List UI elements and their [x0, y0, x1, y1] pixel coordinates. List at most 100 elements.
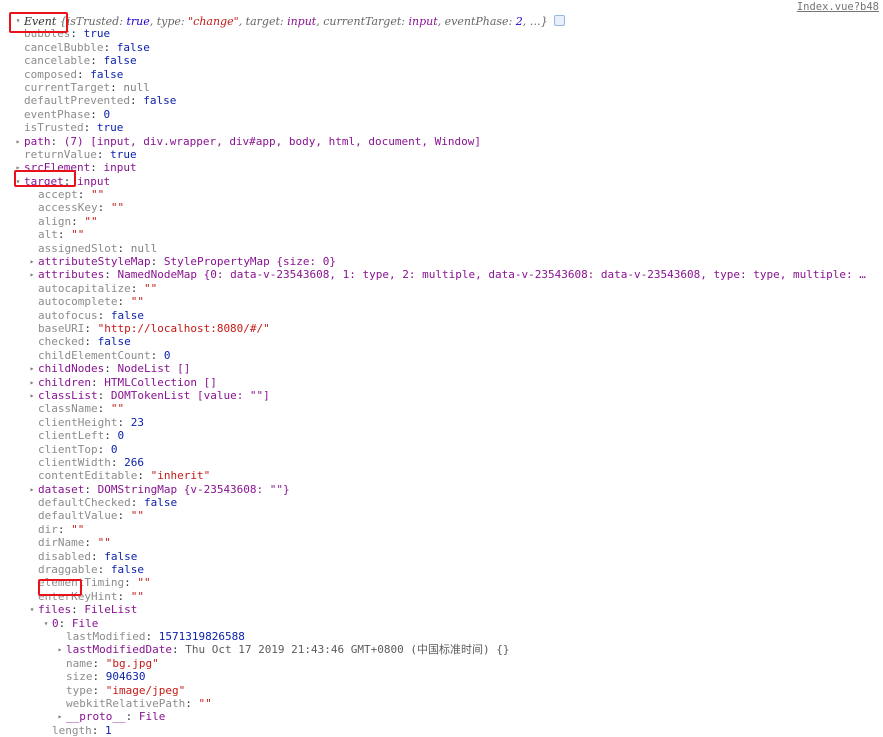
property-separator: : — [103, 40, 117, 54]
property-row[interactable]: bubbles: true — [0, 27, 883, 40]
property-row[interactable]: clientLeft: 0 — [0, 429, 883, 442]
property-key: assignedSlot — [38, 241, 118, 255]
property-row[interactable]: returnValue: true — [0, 148, 883, 161]
property-value: 1 — [105, 723, 112, 737]
property-row[interactable]: webkitRelativePath: "" — [0, 697, 883, 710]
property-row[interactable]: ▸ classList: DOMTokenList [value: ""] — [0, 389, 883, 402]
property-value: "" — [130, 589, 144, 603]
property-row[interactable]: cancelBubble: false — [0, 41, 883, 54]
disclosure-triangle-icon[interactable]: ▸ — [14, 135, 22, 148]
property-row[interactable]: ▸ dataset: DOMStringMap {v-23543608: ""} — [0, 483, 883, 496]
property-row[interactable]: size: 904630 — [0, 670, 883, 683]
property-row[interactable]: elementTiming: "" — [0, 576, 883, 589]
property-row[interactable]: checked: false — [0, 335, 883, 348]
disclosure-triangle-icon[interactable]: ▸ — [56, 710, 64, 723]
property-key: clientWidth — [38, 455, 111, 469]
property-row[interactable]: ▸ srcElement: input — [0, 161, 883, 174]
property-key: files — [38, 603, 72, 617]
property-row[interactable]: ▾ target: input — [0, 175, 883, 188]
property-separator: : — [90, 549, 105, 563]
disclosure-triangle-icon[interactable]: ▾ — [28, 603, 36, 616]
property-key: currentTarget — [24, 80, 111, 94]
property-value: "image/jpeg" — [105, 683, 186, 697]
property-row[interactable]: defaultPrevented: false — [0, 94, 883, 107]
property-separator: : — [77, 188, 91, 202]
property-row[interactable]: accept: "" — [0, 188, 883, 201]
disclosure-triangle-icon[interactable]: ▸ — [28, 483, 36, 496]
property-key: contentEditable — [38, 469, 138, 483]
disclosure-triangle-icon[interactable]: ▾ — [42, 617, 50, 630]
property-row[interactable]: dir: "" — [0, 523, 883, 536]
property-row[interactable]: eventPhase: 0 — [0, 108, 883, 121]
property-separator: : — [50, 134, 64, 148]
property-row[interactable]: name: "bg.jpg" — [0, 657, 883, 670]
property-row[interactable]: lastModified: 1571319826588 — [0, 630, 883, 643]
property-row[interactable]: ▸ children: HTMLCollection [] — [0, 376, 883, 389]
property-row[interactable]: ▾ files: FileList — [0, 603, 883, 616]
property-row[interactable]: isTrusted: true — [0, 121, 883, 134]
property-row[interactable]: autofocus: false — [0, 309, 883, 322]
property-row[interactable]: contentEditable: "inherit" — [0, 469, 883, 482]
property-row[interactable]: alt: "" — [0, 228, 883, 241]
property-value: File — [138, 710, 166, 724]
property-separator: : — [104, 429, 118, 443]
property-separator: : — [97, 563, 111, 577]
property-row[interactable]: enterKeyHint: "" — [0, 590, 883, 603]
property-value: NamedNodeMap {0: data-v-23543608, 1: typ… — [117, 268, 866, 282]
property-row[interactable]: disabled: false — [0, 550, 883, 563]
property-row[interactable]: clientTop: 0 — [0, 443, 883, 456]
disclosure-triangle-icon[interactable]: ▸ — [28, 389, 36, 402]
property-row[interactable]: childElementCount: 0 — [0, 349, 883, 362]
disclosure-triangle-icon[interactable]: ▸ — [28, 362, 36, 375]
console-event-header[interactable]: ▾ Event {isTrusted: true, type: "change",… — [0, 14, 883, 28]
property-row[interactable]: autocapitalize: "" — [0, 282, 883, 295]
disclosure-triangle-icon[interactable]: ▾ — [14, 175, 22, 188]
property-row[interactable]: ▸ childNodes: NodeList [] — [0, 362, 883, 375]
property-row[interactable]: baseURI: "http://localhost:8080/#/" — [0, 322, 883, 335]
property-row[interactable]: className: "" — [0, 402, 883, 415]
property-row[interactable]: length: 1 — [0, 724, 883, 737]
property-row[interactable]: autocomplete: "" — [0, 295, 883, 308]
property-row[interactable]: ▾ 0: File — [0, 617, 883, 630]
property-separator: : — [90, 161, 104, 175]
property-value: "" — [143, 281, 158, 295]
property-row[interactable]: defaultChecked: false — [0, 496, 883, 509]
property-value: "" — [130, 509, 144, 523]
disclosure-triangle-icon[interactable]: ▸ — [56, 643, 64, 656]
property-row[interactable]: accessKey: "" — [0, 201, 883, 214]
property-row[interactable]: ▸ attributes: NamedNodeMap {0: data-v-235… — [0, 268, 883, 281]
property-value: false — [104, 549, 138, 563]
console-object-tree: ▾ Event {isTrusted: true, type: "change",… — [0, 14, 883, 737]
property-row[interactable]: type: "image/jpeg" — [0, 684, 883, 697]
property-row[interactable]: ▸ path: (7) [input, div.wrapper, div#app,… — [0, 135, 883, 148]
property-row[interactable]: dirName: "" — [0, 536, 883, 549]
property-row[interactable]: ▸ lastModifiedDate: Thu Oct 17 2019 21:43… — [0, 643, 883, 656]
property-row[interactable]: align: "" — [0, 215, 883, 228]
property-value: Thu Oct 17 2019 21:43:46 GMT+0800 (中国标准时… — [185, 643, 510, 657]
property-row[interactable]: draggable: false — [0, 563, 883, 576]
source-file-link[interactable]: Index.vue?b48 — [797, 1, 879, 14]
property-row[interactable]: clientHeight: 23 — [0, 416, 883, 429]
property-key: classList — [38, 388, 98, 402]
property-separator: : — [83, 121, 97, 135]
disclosure-triangle-icon[interactable]: ▸ — [28, 268, 36, 281]
info-icon[interactable] — [553, 15, 565, 26]
disclosure-triangle-icon[interactable]: ▸ — [28, 376, 36, 389]
property-key: autocapitalize — [38, 281, 131, 295]
property-separator: : — [71, 603, 85, 617]
property-row[interactable]: composed: false — [0, 68, 883, 81]
property-value: input — [77, 174, 111, 188]
disclosure-triangle-icon[interactable]: ▸ — [28, 255, 36, 268]
property-row[interactable]: defaultValue: "" — [0, 509, 883, 522]
property-row[interactable]: ▸ attributeStyleMap: StylePropertyMap {si… — [0, 255, 883, 268]
property-row[interactable]: assignedSlot: null — [0, 242, 883, 255]
disclosure-triangle-event[interactable]: ▾ — [14, 14, 22, 27]
disclosure-triangle-icon[interactable]: ▸ — [14, 161, 22, 174]
property-row[interactable]: currentTarget: null — [0, 81, 883, 94]
property-value: input — [103, 161, 137, 175]
property-key: name — [66, 656, 93, 670]
property-row[interactable]: clientWidth: 266 — [0, 456, 883, 469]
property-row[interactable]: ▸ __proto__: File — [0, 710, 883, 723]
property-separator: : — [104, 268, 118, 282]
property-row[interactable]: cancelable: false — [0, 54, 883, 67]
